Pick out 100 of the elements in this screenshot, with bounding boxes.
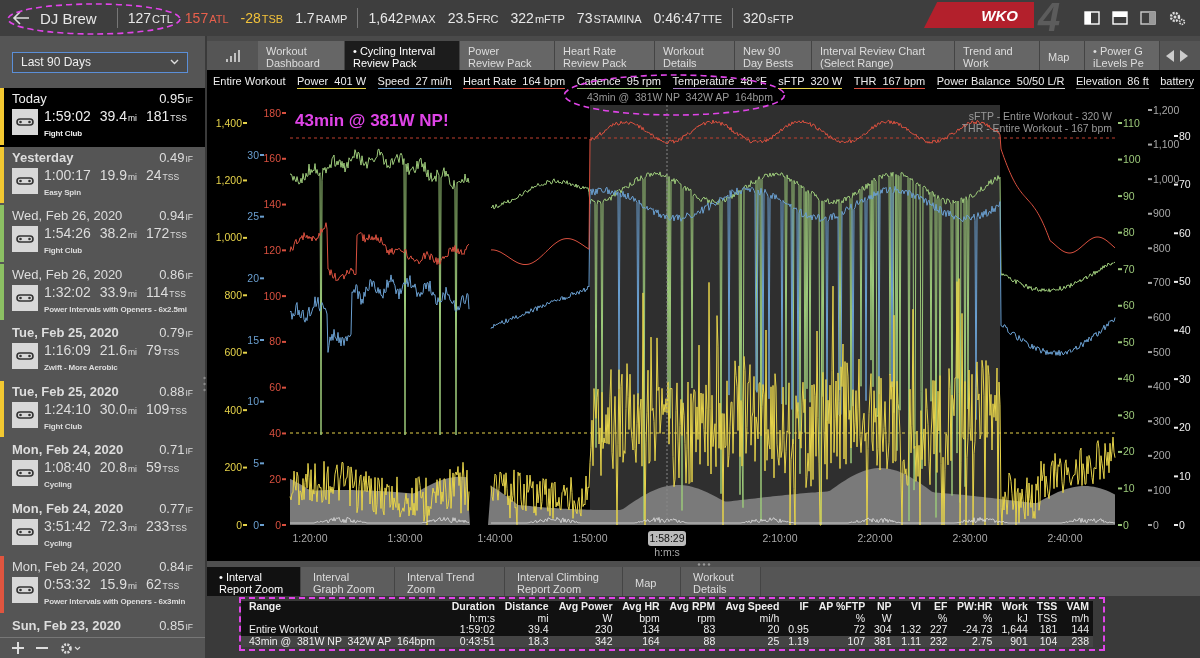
tab[interactable]: Map	[623, 567, 681, 596]
back-arrow-icon[interactable]	[12, 11, 30, 25]
logo-wordmark: WKO	[924, 2, 1034, 28]
tss-text: 59TSS	[145, 460, 180, 477]
tab[interactable]: New 90 Day Bests	[735, 41, 812, 70]
workout-list-item[interactable]: Wed, Feb 26, 2020 0.86 IF 1:32:02 33.9mi 114TSS Power Intervals with Openers - 6x2.5mi	[0, 263, 205, 322]
tab[interactable]: Interval Graph Zoom	[301, 567, 395, 596]
axis-tick-label: 400	[224, 403, 242, 416]
column-header[interactable]: Duration	[451, 600, 495, 612]
scroll-left-icon[interactable]	[1166, 49, 1174, 62]
chain-link-icon	[12, 167, 38, 194]
workout-name: Power Intervals with Openers - 6x3min	[44, 597, 186, 606]
column-header[interactable]: Range	[249, 600, 282, 612]
legend-item[interactable]: Elevation 86 ft	[1076, 75, 1149, 89]
table-cell: 181	[1039, 623, 1058, 635]
column-header[interactable]: IF	[799, 600, 809, 612]
legend-item[interactable]: THR 167 bpm	[853, 75, 926, 89]
left-panel-layout-icon[interactable]	[1084, 11, 1100, 25]
legend-item[interactable]: sFTP 320 W	[778, 75, 843, 89]
tab[interactable]: Workout Dashboard	[258, 41, 345, 70]
bar-chart-icon[interactable]	[225, 49, 240, 62]
metric-text: 0:46:47TTE	[653, 10, 722, 26]
axis-tick-label: 120	[263, 243, 281, 256]
chain-link-icon	[12, 401, 38, 428]
duration-text: 3:51:42	[44, 518, 91, 536]
table-row[interactable]: 43min @ 381W NP 342W AP 164bpm 0:43:51 18.3 342 164 88 25 1.19 107 381 1.11 232 2.75 901 104 238	[241, 635, 1093, 647]
workout-list-item[interactable]: Yesterday 0.49 IF 1:00:17 19.9mi 24TSS Easy Spin	[0, 146, 205, 205]
unit-label: h:m:s	[469, 611, 495, 624]
workout-list-item[interactable]: Mon, Feb 24, 2020 0.71 IF 1:08:40 20.8mi 59TSS Cycling	[0, 439, 205, 498]
tab[interactable]: • Cycling Interval Review Pack	[345, 41, 460, 70]
legend-item[interactable]: Speed 27 mi/h	[377, 75, 452, 89]
axis-tick-label: 800	[224, 288, 242, 301]
axis-tick-label: 25	[247, 210, 259, 223]
legend-item[interactable]: Heart Rate 164 bpm	[463, 75, 566, 89]
tab[interactable]: Interval Review Chart (Select Range)	[812, 41, 955, 70]
tab[interactable]: Interval Climbing Report Zoom	[505, 567, 623, 596]
column-header[interactable]: Avg Power	[558, 600, 613, 612]
chain-link-icon	[12, 460, 38, 486]
workout-date: Wed, Feb 26, 2020	[12, 266, 123, 282]
top-panel-layout-icon[interactable]	[1112, 11, 1128, 25]
tab[interactable]: Interval Trend Zoom	[395, 567, 505, 596]
tab[interactable]: Trend and Work	[955, 41, 1040, 70]
column-header[interactable]: VAM	[1066, 600, 1089, 612]
workout-list-item[interactable]: Mon, Feb 24, 2020 0.84 IF 0:53:32 15.9mi 62TSS Power Intervals with Openers - 6x3min	[0, 556, 205, 615]
tab[interactable]: Power Review Pack	[460, 41, 555, 70]
column-header[interactable]: AP %FTP	[818, 600, 866, 612]
chain-link-icon	[12, 109, 38, 135]
settings-icon[interactable]	[60, 641, 82, 655]
distance-text: 20.8mi	[99, 460, 137, 477]
axis-tick-label: 1,200	[1153, 105, 1180, 116]
settings-icon[interactable]	[1168, 10, 1186, 26]
legend-item[interactable]: Cadence 95 rpm	[576, 75, 662, 89]
right-panel-layout-icon[interactable]	[1140, 11, 1156, 25]
workout-list-item[interactable]: Wed, Feb 26, 2020 0.94 IF 1:54:26 38.2mi 172TSS Fight Club	[0, 205, 205, 264]
column-header[interactable]: Work	[1001, 600, 1028, 612]
workout-list-item[interactable]: Tue, Feb 25, 2020 0.88 IF 1:24:10 30.0mi 109TSS Fight Club	[0, 380, 205, 439]
axis-tick-label: 0	[253, 518, 259, 531]
workout-list-item[interactable]: Tue, Feb 25, 2020 0.79 IF 1:16:09 21.6mi 79TSS Zwift - More Aerobic	[0, 322, 205, 381]
workout-name: Cycling	[44, 538, 73, 548]
tab[interactable]: Workout Details	[681, 567, 761, 596]
column-header[interactable]: EF	[934, 600, 948, 612]
axis-tick-label: 20	[247, 271, 259, 284]
axis-tick-label: 200	[224, 461, 242, 474]
column-header[interactable]: Avg Speed	[725, 600, 780, 612]
workout-list-item[interactable]: Today 0.95 IF 1:59:02 39.4mi 181TSS Fight Club	[0, 88, 205, 147]
range-label: Entire Workout	[213, 75, 286, 89]
axis-tick-label: 80	[1179, 129, 1191, 142]
tab[interactable]: • Power G iLevels Pe	[1085, 41, 1160, 70]
date-range-dropdown[interactable]: Last 90 Days	[12, 51, 188, 73]
tab[interactable]: Workout Details	[655, 41, 735, 70]
tab[interactable]: Heart Rate Review Pack	[555, 41, 655, 70]
duration-text: 1:54:26	[44, 226, 91, 243]
workout-list-item[interactable]: Sun, Feb 23, 2020 0.85 IF	[0, 614, 205, 637]
tab[interactable]: Map	[1040, 41, 1085, 70]
splitter-handle-icon[interactable]	[696, 562, 711, 566]
axis-tick-label: 40	[1123, 372, 1135, 385]
athlete-name: DJ Brew	[40, 9, 97, 27]
tab[interactable]: • Interval Report Zoom	[207, 567, 301, 596]
tss-text: 233TSS	[145, 518, 187, 536]
column-header[interactable]: VI	[911, 600, 921, 612]
duration-text: 1:59:02	[44, 109, 91, 126]
table-cell: 232	[929, 634, 948, 647]
table-row[interactable]: Entire Workout 1:59:02 39.4 230 134 83 20 0.95 72 304 1.32 227 -24.73 1,644 181 144	[241, 624, 1093, 636]
column-header[interactable]: Avg HR	[622, 600, 660, 612]
table-cell: 39.4	[528, 623, 549, 635]
legend-item[interactable]: Power Balance 50/50 L/R	[936, 75, 1065, 89]
cursor-line[interactable]	[666, 105, 668, 526]
legend-item[interactable]: battery	[1160, 75, 1194, 89]
workout-list-item[interactable]: Mon, Feb 24, 2020 0.77 IF 3:51:42 72.3mi 233TSS Cycling	[0, 497, 205, 556]
table-cell: Entire Workout	[249, 623, 319, 635]
column-header[interactable]: PW:HR	[956, 600, 993, 612]
column-header[interactable]: NP	[876, 600, 892, 612]
column-header[interactable]: TSS	[1036, 600, 1058, 612]
scroll-right-icon[interactable]	[1180, 49, 1188, 62]
splitter-handle-icon[interactable]	[203, 376, 206, 392]
table-cell: 342	[595, 634, 613, 647]
legend-item[interactable]: Power 401 W	[297, 75, 367, 89]
column-header[interactable]: Avg RPM	[669, 600, 716, 612]
add-icon[interactable]	[12, 642, 24, 654]
column-header[interactable]: Distance	[504, 600, 549, 612]
